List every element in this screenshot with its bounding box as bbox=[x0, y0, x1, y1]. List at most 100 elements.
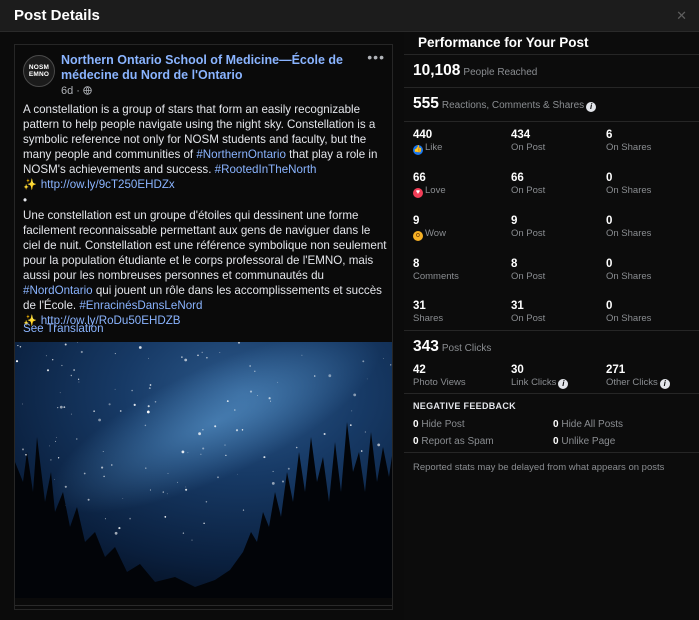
star bbox=[328, 374, 332, 378]
more-options-button[interactable]: ••• bbox=[367, 49, 385, 65]
info-icon[interactable]: i bbox=[558, 379, 569, 389]
star bbox=[277, 381, 279, 383]
on-shares-label: On Shares bbox=[606, 271, 652, 282]
star bbox=[202, 447, 205, 450]
post-timestamp[interactable]: 6d · bbox=[61, 85, 83, 97]
post-paragraph-en: A constellation is a group of stars that… bbox=[23, 102, 389, 177]
star bbox=[198, 432, 202, 436]
star bbox=[57, 457, 60, 459]
stats-footnote: Reported stats may be delayed from what … bbox=[413, 462, 665, 473]
star bbox=[104, 518, 106, 520]
star bbox=[22, 448, 24, 451]
star bbox=[349, 424, 352, 426]
photo-views-label: Photo Views bbox=[413, 377, 466, 388]
on-shares-label: On Shares bbox=[606, 228, 652, 239]
avatar[interactable]: NOSM EMNO bbox=[23, 55, 55, 87]
divider bbox=[404, 452, 699, 453]
close-icon[interactable]: ✕ bbox=[676, 8, 687, 24]
star bbox=[138, 346, 142, 349]
star bbox=[131, 389, 133, 392]
hashtag-rooted-in-the-north[interactable]: #RootedInTheNorth bbox=[215, 163, 317, 176]
star bbox=[184, 358, 188, 362]
star bbox=[55, 437, 57, 438]
link-clicks-value: 30 bbox=[511, 364, 524, 376]
star bbox=[202, 429, 204, 431]
star bbox=[149, 384, 152, 386]
performance-title: Performance for Your Post bbox=[418, 35, 589, 50]
info-icon[interactable]: i bbox=[659, 379, 670, 389]
star bbox=[377, 443, 381, 447]
star bbox=[108, 403, 111, 406]
star bbox=[235, 429, 239, 432]
like-on-shares: 6 bbox=[606, 129, 613, 141]
star bbox=[154, 401, 157, 403]
report-spam-label: Report as Spam bbox=[421, 436, 494, 447]
star bbox=[49, 445, 50, 447]
star bbox=[181, 356, 183, 358]
post-meta: 6d · bbox=[61, 85, 92, 97]
love-label: Love bbox=[425, 185, 446, 196]
star bbox=[287, 467, 290, 470]
star bbox=[167, 473, 169, 474]
on-post-label: On Post bbox=[511, 228, 546, 239]
shares-label: Shares bbox=[413, 313, 444, 324]
star bbox=[147, 405, 150, 408]
post-author[interactable]: Northern Ontario School of Medicine—Écol… bbox=[61, 53, 361, 83]
love-on-shares: 0 bbox=[606, 172, 613, 184]
night-sky-forest-image bbox=[15, 342, 392, 598]
star bbox=[323, 432, 326, 436]
on-post-label: On Post bbox=[511, 185, 546, 196]
report-spam-stat: 0 Report as Spam bbox=[413, 436, 494, 447]
like-label: Like bbox=[425, 142, 443, 153]
star bbox=[114, 531, 118, 535]
bullet-separator: • bbox=[23, 194, 28, 207]
link-clicks-label: Link Clicks bbox=[511, 377, 557, 388]
star bbox=[50, 459, 52, 461]
star bbox=[59, 405, 63, 409]
star bbox=[353, 393, 357, 397]
star bbox=[182, 532, 185, 534]
star bbox=[197, 354, 199, 357]
star bbox=[55, 440, 57, 442]
post-text-fr-1: Une constellation est un groupe d'étoile… bbox=[23, 209, 387, 282]
wow-count: 9 bbox=[413, 215, 420, 227]
star bbox=[162, 491, 164, 493]
avatar-text-2: EMNO bbox=[28, 71, 50, 78]
post-card: NOSM EMNO Northern Ontario School of Med… bbox=[14, 44, 393, 610]
star bbox=[301, 354, 303, 356]
info-icon[interactable]: i bbox=[586, 102, 597, 112]
star bbox=[360, 450, 363, 452]
on-shares-label: On Shares bbox=[606, 185, 652, 196]
divider bbox=[404, 121, 699, 122]
hashtag-enracines-dans-le-nord[interactable]: #EnracinésDansLeNord bbox=[79, 299, 202, 312]
star bbox=[129, 517, 131, 520]
star bbox=[313, 375, 316, 377]
star bbox=[203, 522, 205, 524]
comments-on-post: 8 bbox=[511, 258, 518, 270]
star bbox=[70, 413, 72, 415]
comments-on-shares: 0 bbox=[606, 258, 613, 270]
post-link-en[interactable]: http://ow.ly/9cT250EHDZx bbox=[41, 178, 175, 191]
post-photo[interactable] bbox=[15, 342, 392, 598]
star bbox=[21, 403, 23, 405]
comments-label: Comments bbox=[413, 271, 459, 282]
hide-all-label: Hide All Posts bbox=[561, 419, 624, 430]
people-reached-label: People Reached bbox=[463, 67, 538, 78]
hashtag-northern-ontario[interactable]: #NorthernOntario bbox=[196, 148, 286, 161]
star bbox=[77, 378, 80, 380]
other-clicks-label: Other Clicks bbox=[606, 377, 658, 388]
star bbox=[200, 453, 202, 455]
wow-label: Wow bbox=[425, 228, 446, 239]
star bbox=[57, 406, 59, 409]
divider bbox=[404, 330, 699, 331]
star bbox=[242, 509, 245, 511]
star bbox=[366, 378, 368, 380]
star bbox=[101, 466, 104, 469]
star bbox=[206, 356, 208, 359]
star bbox=[148, 357, 150, 359]
hashtag-nord-ontario[interactable]: #NordOntario bbox=[23, 284, 93, 297]
see-translation-link[interactable]: See Translation bbox=[23, 322, 104, 335]
star bbox=[111, 464, 113, 466]
star bbox=[133, 403, 136, 406]
star bbox=[263, 456, 266, 459]
